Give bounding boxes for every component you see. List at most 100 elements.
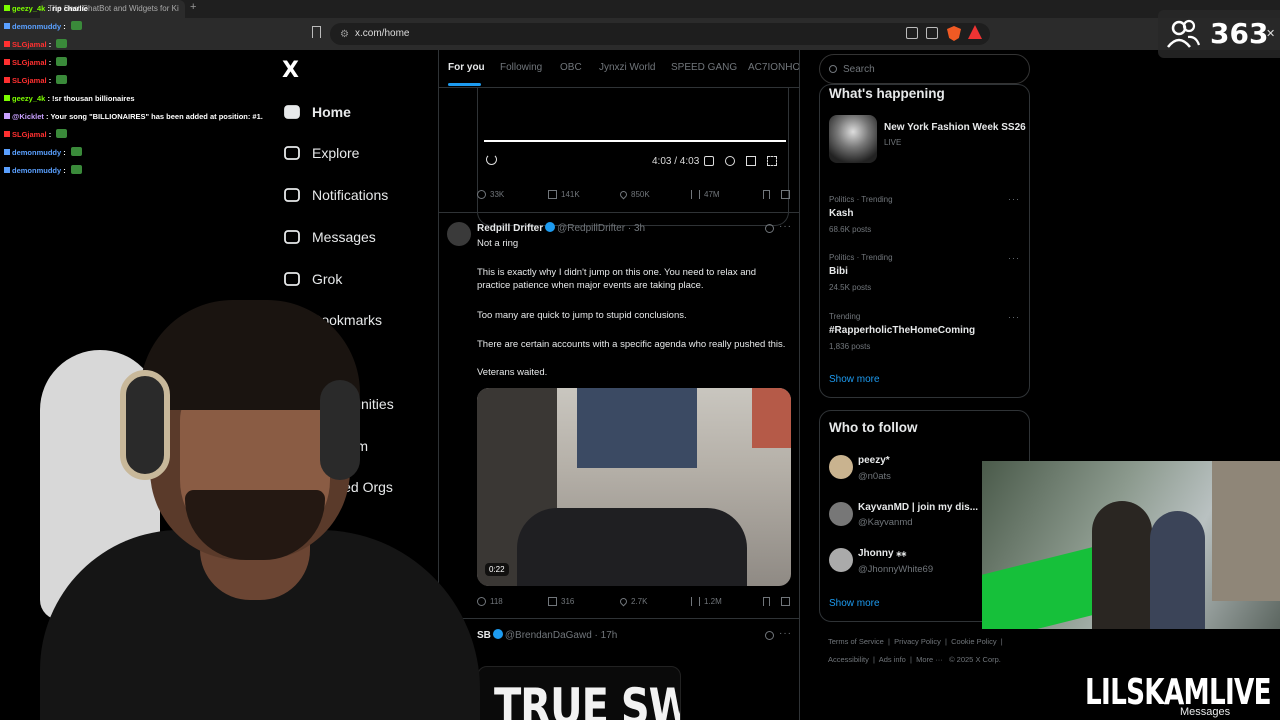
chat-username[interactable]: geezy_4k <box>12 94 45 103</box>
chat-username[interactable]: demonmuddy <box>12 148 61 157</box>
cast-icon[interactable] <box>906 27 918 39</box>
more-options-icon[interactable]: ··· <box>779 221 792 232</box>
site-settings-icon[interactable]: ⚙ <box>340 29 349 40</box>
tab-ac7ionhou[interactable]: AC7IONHOU <box>748 62 799 73</box>
bookmark-icon <box>763 190 770 199</box>
heart-icon <box>618 189 629 200</box>
chat-username[interactable]: demonmuddy <box>12 22 61 31</box>
viewers-icon <box>1167 19 1200 48</box>
sidebar-item-home[interactable]: Home <box>283 99 351 125</box>
sidebar-item-notifications[interactable]: Notifications <box>283 182 388 208</box>
author-handle[interactable]: @BrendanDaGawd · 17h <box>505 630 617 641</box>
more-options-icon[interactable]: ··· <box>1008 194 1020 204</box>
chat-separator: : <box>46 40 54 49</box>
views-button[interactable]: 1.2M <box>691 597 722 606</box>
show-more-link[interactable]: Show more <box>829 374 880 385</box>
tab-for-you[interactable]: For you <box>448 62 485 73</box>
chat-username[interactable]: SLGjamal <box>12 130 47 139</box>
terms-link[interactable]: Terms of Service <box>828 637 884 646</box>
avatar[interactable] <box>829 455 853 479</box>
replay-icon[interactable] <box>486 154 497 165</box>
sidebar-item-label: Grok <box>312 271 343 287</box>
emote-icon <box>70 165 82 174</box>
music-video-overlay <box>982 461 1280 629</box>
chat-username[interactable]: @Kicklet <box>12 112 44 121</box>
bookmark-button[interactable] <box>763 597 770 606</box>
avatar[interactable] <box>829 548 853 572</box>
post-video-thumbnail[interactable]: 0:22 <box>477 388 791 586</box>
repost-button[interactable]: 316 <box>548 597 574 606</box>
bookmark-button[interactable] <box>763 190 770 199</box>
privacy-link[interactable]: Privacy Policy <box>894 637 941 646</box>
more-options-icon[interactable]: ··· <box>1008 312 1020 322</box>
chat-text: Your song "BILLIONAIRES" has been added … <box>50 112 263 121</box>
close-icon[interactable]: ✕ <box>1266 27 1275 40</box>
grok-explain-icon[interactable] <box>765 224 774 233</box>
more-options-icon[interactable]: ··· <box>779 628 792 639</box>
post-image[interactable]: TRUE SWAG <box>477 666 681 720</box>
post-text-line: Too many are quick to jump to stupid con… <box>477 310 687 321</box>
accessibility-link[interactable]: Accessibility <box>828 655 869 664</box>
more-options-icon[interactable]: ··· <box>1008 253 1020 263</box>
ads-info-link[interactable]: Ads info <box>879 655 906 664</box>
tab-speed-gang[interactable]: SPEED GANG <box>671 62 737 73</box>
views-button[interactable]: 47M <box>691 190 720 199</box>
author-handle[interactable]: @RedpillDrifter · 3h <box>557 223 645 234</box>
reply-button[interactable]: 118 <box>477 597 503 606</box>
bookmark-page-icon[interactable] <box>312 26 321 38</box>
event-thumbnail[interactable] <box>829 115 877 163</box>
tab-jynxzi-world[interactable]: Jynxzi World <box>599 62 656 73</box>
search-input[interactable]: Search <box>819 54 1030 84</box>
post-text-line: There are certain accounts with a specif… <box>477 339 786 350</box>
chat-username[interactable]: SLGjamal <box>12 40 47 49</box>
url-field[interactable]: ⚙ x.com/home <box>330 23 990 45</box>
share-button[interactable] <box>781 190 790 199</box>
avatar[interactable] <box>447 222 471 246</box>
chat-username[interactable]: SLGjamal <box>12 58 47 67</box>
chat-username[interactable]: SLGjamal <box>12 76 47 85</box>
author-name[interactable]: Redpill Drifter <box>477 223 543 234</box>
avatar[interactable] <box>829 502 853 526</box>
chat-username[interactable]: geezy_4k <box>12 4 45 13</box>
chat-badge-icon <box>4 5 10 11</box>
sidebar-item-messages[interactable]: Messages <box>283 224 376 250</box>
follow-name[interactable]: KayvanMD | join my dis... <box>858 502 978 513</box>
share-icon[interactable] <box>926 27 938 39</box>
follow-handle: @Kayvanmd <box>858 517 913 528</box>
chat-message: geezy_4k : !sr thousan billionaires <box>4 90 274 108</box>
post-image-text: TRUE SWAG <box>494 679 680 720</box>
pip-icon[interactable] <box>746 156 756 166</box>
x-logo[interactable]: X <box>282 58 299 83</box>
sidebar-item-grok[interactable]: Grok <box>283 266 342 292</box>
grok-explain-icon[interactable] <box>765 631 774 640</box>
chat-message: demonmuddy : <box>4 18 274 36</box>
trend-name[interactable]: #RapperholicTheHomeComing <box>829 325 975 336</box>
cookie-link[interactable]: Cookie Policy <box>951 637 996 646</box>
tab-following[interactable]: Following <box>500 62 542 73</box>
show-more-link[interactable]: Show more <box>829 598 880 609</box>
media-shape <box>752 388 791 448</box>
tab-obc[interactable]: OBC <box>560 62 582 73</box>
like-button[interactable]: 2.7K <box>618 596 647 607</box>
reply-button[interactable]: 33K <box>477 190 504 199</box>
chat-badge-icon <box>4 59 10 65</box>
repost-button[interactable]: 141K <box>548 190 580 199</box>
trend-name[interactable]: Bibi <box>829 266 848 277</box>
video-player[interactable]: 4:03 / 4:03 <box>477 88 789 226</box>
chat-text: rip charlie <box>52 4 88 13</box>
event-name[interactable]: New York Fashion Week SS26 <box>884 122 1026 133</box>
chat-badge-icon <box>4 23 10 29</box>
fullscreen-icon[interactable] <box>767 156 777 166</box>
follow-name[interactable]: peezy* <box>858 455 890 466</box>
chat-username[interactable]: demonmuddy <box>12 166 61 175</box>
like-button[interactable]: 850K <box>618 189 650 200</box>
follow-name[interactable]: Jhonny ⁎⁎ <box>858 548 906 559</box>
volume-icon[interactable] <box>704 156 714 166</box>
sidebar-item-explore[interactable]: Explore <box>283 140 359 166</box>
share-icon <box>781 597 790 606</box>
more-link[interactable]: More ··· <box>916 655 943 664</box>
video-progress-bar[interactable] <box>484 140 786 142</box>
settings-icon[interactable] <box>725 156 735 166</box>
trend-name[interactable]: Kash <box>829 208 853 219</box>
share-button[interactable] <box>781 597 790 606</box>
